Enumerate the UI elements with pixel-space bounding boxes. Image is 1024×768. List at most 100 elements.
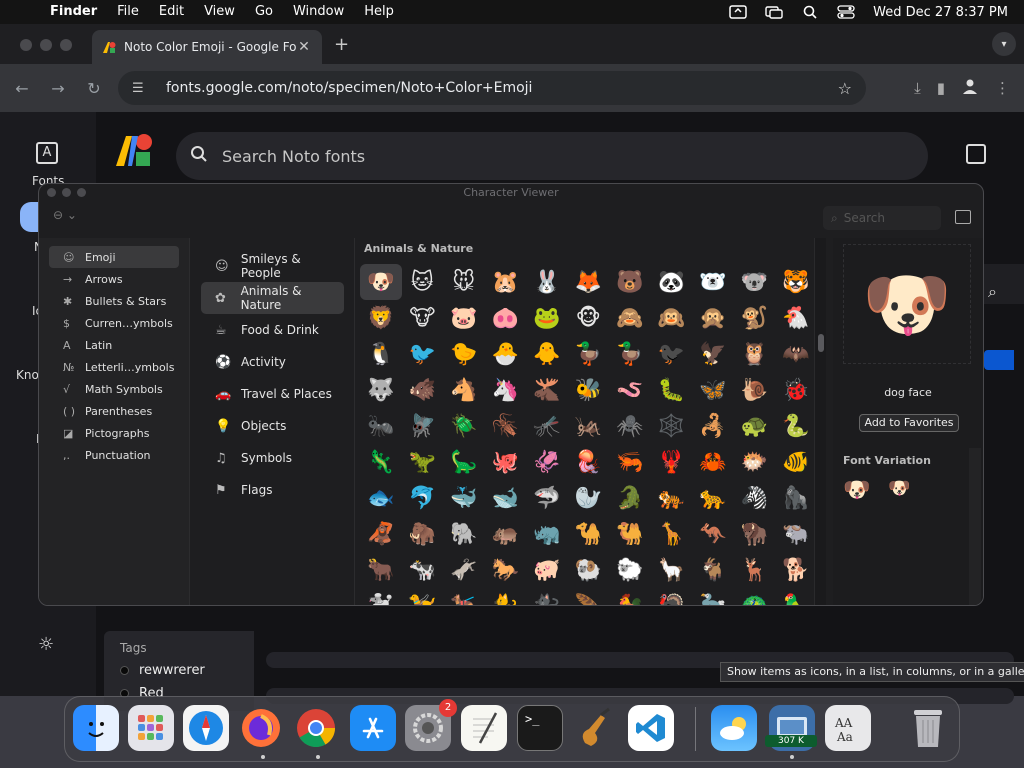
grid-scrollbar[interactable] — [814, 238, 826, 605]
emoji-cell[interactable]: 🐠 — [775, 444, 817, 480]
emoji-cell[interactable]: 🪰 — [402, 408, 444, 444]
emoji-cell[interactable]: 🦬 — [734, 516, 776, 552]
emoji-cell[interactable]: 🐏 — [568, 552, 610, 588]
system-settings-icon[interactable]: 2 — [405, 699, 457, 751]
sidebar-item[interactable]: ◪ Pictographs — [49, 422, 179, 444]
sidebar-item[interactable]: ( ) Parentheses — [49, 400, 179, 422]
emoji-category[interactable]: ✿ Animals & Nature — [201, 282, 344, 314]
emoji-cell[interactable]: 🐴 — [443, 372, 485, 408]
emoji-category[interactable]: 💡 Objects — [201, 410, 344, 442]
terminal-icon[interactable]: >_ — [517, 705, 563, 751]
emoji-cell[interactable]: 🙉 — [651, 300, 693, 336]
add-to-favorites-button[interactable]: Add to Favorites — [859, 414, 959, 432]
emoji-cell[interactable]: 🦓 — [734, 480, 776, 516]
emoji-cell[interactable]: 🦂 — [692, 408, 734, 444]
spotlight-icon[interactable] — [801, 5, 819, 19]
emoji-cell[interactable]: 🦁 — [360, 300, 402, 336]
emoji-cell[interactable]: 🦭 — [568, 480, 610, 516]
emoji-cell[interactable]: 🦖 — [402, 444, 444, 480]
emoji-cell[interactable]: 🐡 — [734, 444, 776, 480]
emoji-cell[interactable]: 🐒 — [734, 300, 776, 336]
sidebar-item[interactable]: ☺ Emoji — [49, 246, 179, 268]
panel-accent-button[interactable] — [984, 350, 1014, 370]
browser-menu-icon[interactable]: ⋮ — [995, 79, 1010, 97]
emoji-cell[interactable]: 🦍 — [775, 480, 817, 516]
grid-scroll-thumb[interactable] — [818, 334, 824, 352]
emoji-category[interactable]: ⚑ Flags — [201, 474, 344, 506]
launchpad-icon[interactable] — [128, 705, 174, 751]
emoji-cell[interactable]: 🪶 — [568, 588, 610, 606]
emoji-category[interactable]: ☕ Food & Drink — [201, 314, 344, 346]
tag-item[interactable]: rewwrerer — [120, 663, 238, 678]
emoji-cell[interactable]: 🪲 — [443, 408, 485, 444]
sidebar-item[interactable]: ✱ Bullets & Stars — [49, 290, 179, 312]
screen-mirror-icon[interactable] — [729, 5, 747, 19]
emoji-cell[interactable]: 🐽 — [485, 300, 527, 336]
emoji-cell[interactable]: 🐌 — [734, 372, 776, 408]
download-icon[interactable]: ⤓ — [914, 79, 921, 97]
emoji-cell[interactable]: 🕸️ — [651, 408, 693, 444]
emoji-cell[interactable]: 🐅 — [651, 480, 693, 516]
emoji-cell[interactable]: 🦆 — [609, 336, 651, 372]
app-store-icon[interactable] — [350, 705, 396, 751]
emoji-category[interactable]: 🚗 Travel & Places — [201, 378, 344, 410]
emoji-cell[interactable]: 🐞 — [775, 372, 817, 408]
emoji-cell[interactable]: 🐱 — [402, 264, 444, 300]
bookmark-star-icon[interactable]: ☆ — [838, 79, 852, 98]
emoji-cell[interactable]: 🦜 — [775, 588, 817, 606]
emoji-cell[interactable]: 🐦 — [402, 336, 444, 372]
menu-help[interactable]: Help — [354, 0, 404, 24]
detail-scrollbar[interactable] — [969, 448, 981, 605]
emoji-cell[interactable]: 🐙 — [485, 444, 527, 480]
sidebar-item[interactable]: № Letterli…ymbols — [49, 356, 179, 378]
emoji-cell[interactable]: 🐛 — [651, 372, 693, 408]
close-tab-icon[interactable]: ✕ — [296, 39, 312, 55]
minimize-window-button[interactable] — [40, 39, 52, 51]
emoji-cell[interactable]: 🐻 — [609, 264, 651, 300]
sidebar-item[interactable]: → Arrows — [49, 268, 179, 290]
emoji-cell[interactable]: 🐕‍🦺 — [443, 588, 485, 606]
finder-icon[interactable] — [73, 705, 119, 751]
tab-search-icon[interactable]: ▾ — [992, 32, 1016, 56]
back-icon[interactable]: ← — [4, 79, 40, 98]
emoji-cell[interactable]: 🦕 — [443, 444, 485, 480]
emoji-cell[interactable]: 🐈 — [485, 588, 527, 606]
emoji-cell[interactable]: 🐆 — [692, 480, 734, 516]
emoji-cell[interactable]: 🐶 — [360, 264, 402, 300]
emoji-cell[interactable]: 🐹 — [485, 264, 527, 300]
emoji-cell[interactable]: 🦙 — [651, 552, 693, 588]
emoji-cell[interactable]: 🐮 — [402, 300, 444, 336]
menu-finder[interactable]: Finder — [40, 0, 107, 24]
close-window-button[interactable] — [20, 39, 32, 51]
emoji-cell[interactable]: 🐤 — [443, 336, 485, 372]
sidebar-item[interactable]: ,. Punctuation — [49, 444, 179, 466]
emoji-cell[interactable]: 🦌 — [734, 552, 776, 588]
emoji-cell[interactable]: 🐊 — [609, 480, 651, 516]
emoji-cell[interactable]: 🦛 — [485, 516, 527, 552]
emoji-cell[interactable]: 🦮 — [402, 588, 444, 606]
emoji-cell[interactable]: 🐜 — [360, 408, 402, 444]
emoji-cell[interactable]: 🐘 — [443, 516, 485, 552]
emoji-cell[interactable]: 🦈 — [526, 480, 568, 516]
side-panel-icon[interactable]: ▮ — [937, 79, 945, 97]
emoji-cell[interactable]: 🐧 — [360, 336, 402, 372]
sidebar-item[interactable]: √ Math Symbols — [49, 378, 179, 400]
emoji-cell[interactable]: 🐨 — [734, 264, 776, 300]
sidebar-item[interactable]: A Latin — [49, 334, 179, 356]
font-search-input[interactable]: Search Noto fonts — [176, 132, 928, 180]
emoji-cell[interactable]: 🦃 — [651, 588, 693, 606]
fonts-nav-icon[interactable]: A — [36, 142, 58, 164]
emoji-cell[interactable]: 🪼 — [568, 444, 610, 480]
viewer-search-input[interactable]: ⌕ Search — [823, 206, 941, 230]
emoji-cell[interactable]: 🐪 — [568, 516, 610, 552]
emoji-cell[interactable]: 🐃 — [775, 516, 817, 552]
theme-toggle-icon[interactable]: ☼ — [38, 634, 54, 655]
emoji-cell[interactable]: 🦑 — [526, 444, 568, 480]
emoji-category[interactable]: ☺ Smileys & People — [201, 250, 344, 282]
emoji-cell[interactable]: 🕷️ — [609, 408, 651, 444]
chrome-icon[interactable] — [293, 705, 339, 751]
emoji-cell[interactable]: 🐣 — [485, 336, 527, 372]
sidebar-item[interactable]: $ Curren…ymbols — [49, 312, 179, 334]
address-bar[interactable]: ☰ fonts.google.com/noto/specimen/Noto+Co… — [118, 71, 866, 105]
emoji-cell[interactable]: 🐄 — [402, 552, 444, 588]
